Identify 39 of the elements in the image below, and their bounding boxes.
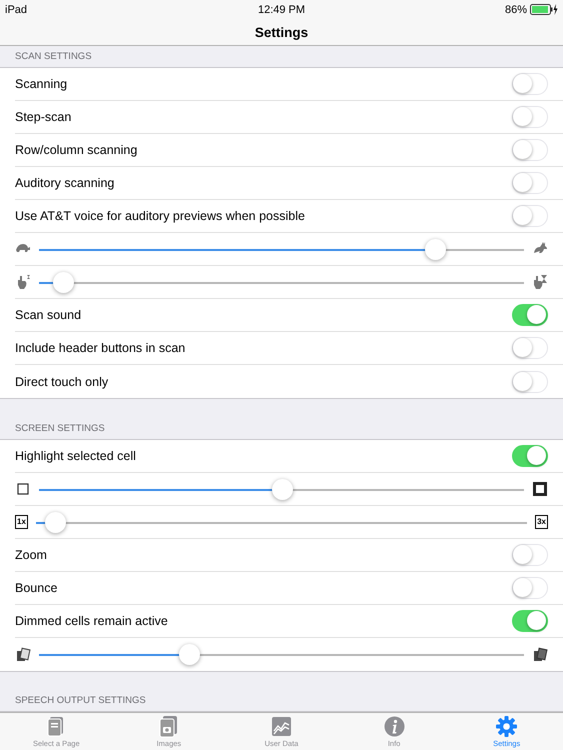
setting-label: Scanning [15, 77, 68, 91]
slider-thumb[interactable] [272, 478, 292, 500]
slider-thumb[interactable] [52, 272, 74, 292]
slider-thumb[interactable] [45, 512, 66, 532]
line-graph-icon [270, 715, 293, 738]
setting-label: Zoom [15, 548, 48, 562]
slider-thumb[interactable] [178, 644, 200, 665]
setting-label: Scan sound [15, 308, 82, 322]
toggle-switch[interactable] [512, 610, 548, 632]
setting-label: Direct touch only [15, 374, 110, 388]
info-icon [382, 715, 406, 738]
bold-square-icon [532, 481, 548, 497]
cards-dark-icon [532, 646, 548, 662]
setting-label: Step-scan [15, 110, 72, 124]
setting-label: Include header buttons in scan [15, 341, 186, 355]
slider-thumb[interactable] [424, 238, 446, 260]
toggle-switch[interactable] [512, 445, 548, 467]
nav-title: Settings [254, 24, 308, 40]
setting-label: Row/column scanning [15, 143, 138, 157]
small-square-icon [15, 481, 31, 497]
device-name: iPad [5, 4, 28, 16]
section-header: SPEECH OUTPUT SETTINGS [15, 695, 146, 706]
setting-label: Bounce [15, 581, 58, 595]
section-header: SCAN SETTINGS [15, 51, 92, 62]
setting-label: Highlight selected cell [15, 449, 137, 463]
hand-hourglass-icon [532, 274, 548, 290]
toggle-switch[interactable] [512, 304, 548, 326]
battery-charging-icon [530, 4, 558, 16]
section-header: SCREEN SETTINGS [15, 423, 105, 434]
clock-time: 12:49 PM [258, 4, 306, 16]
scale-label: 1x [15, 515, 28, 529]
cards-light-icon [15, 646, 31, 662]
setting-label: Auditory scanning [15, 176, 116, 190]
setting-label: Dimmed cells remain active [15, 614, 169, 628]
scale-label: 3x [535, 515, 548, 529]
setting-label: Use AT&T voice for auditory previews when possible [15, 209, 306, 223]
hand-hourglass-small-icon [15, 274, 31, 290]
settings-icon [495, 715, 518, 738]
battery-percent: 86% [504, 4, 527, 16]
